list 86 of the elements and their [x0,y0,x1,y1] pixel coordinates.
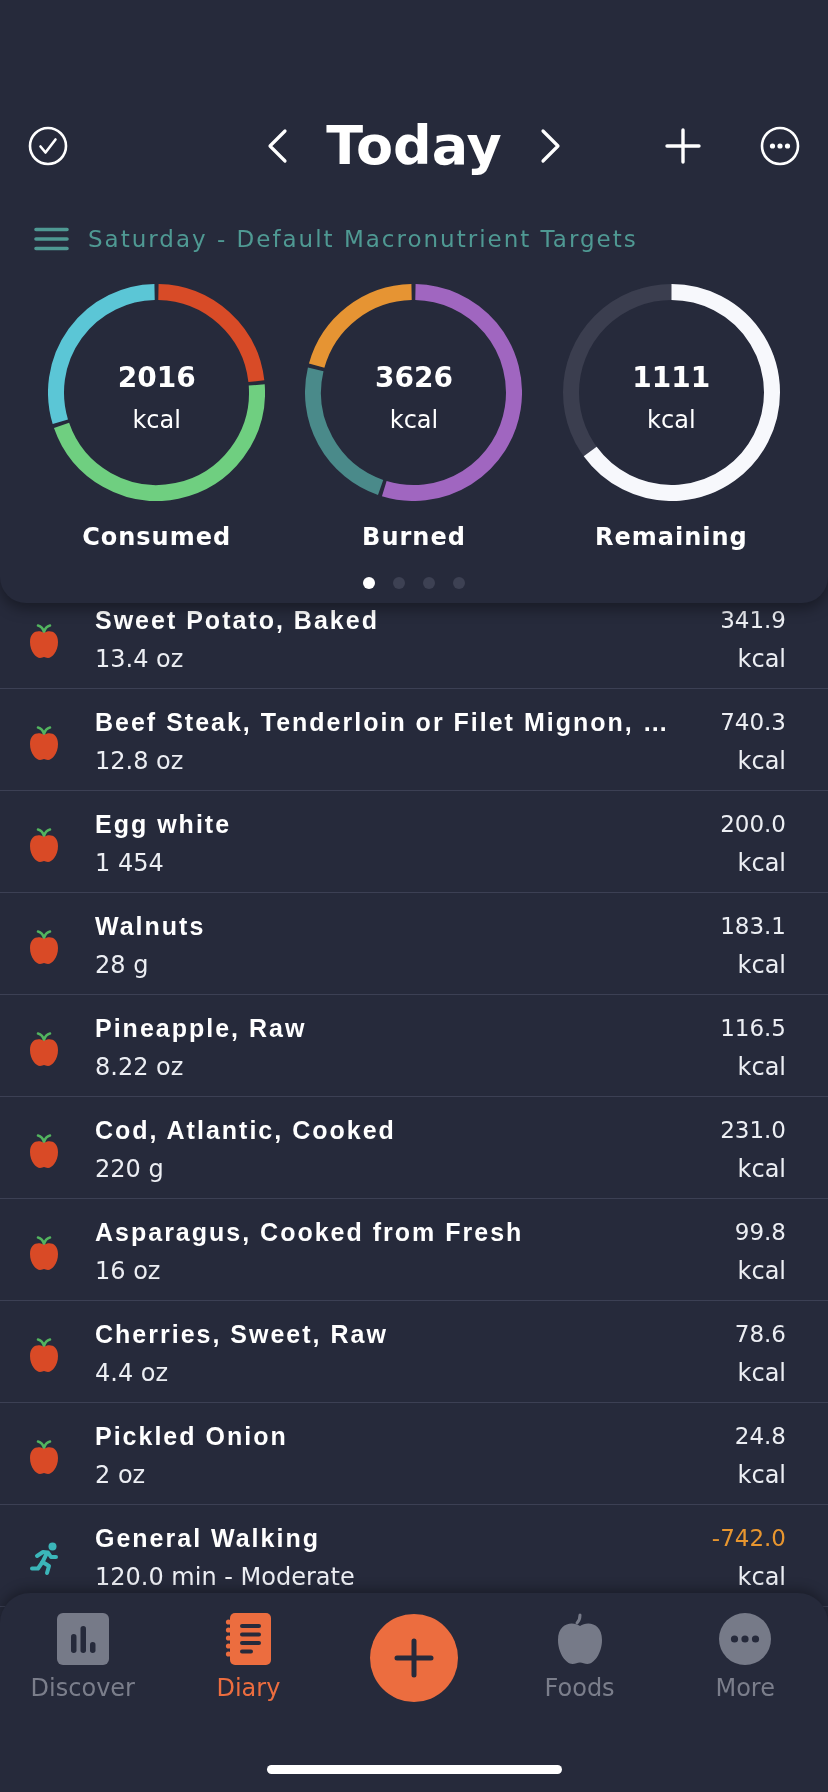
calorie-unit: kcal [737,1562,786,1593]
entry-name: Pickled Onion [95,1421,289,1452]
apple-icon [555,1613,604,1665]
targets-label[interactable]: Saturday - Default Macronutrient Targets [88,223,638,255]
apple-icon [28,1438,60,1475]
entry-name: Walnuts [95,911,207,942]
more-icon [760,126,800,166]
calorie-unit: kcal [737,644,786,675]
entry-name: Beef Steak, Tenderloin or Filet Mignon, … [95,707,671,738]
notebook-icon [225,1613,272,1665]
complete-button[interactable] [28,126,68,166]
entry-amount: 13.4 oz [95,644,185,675]
apple-icon [28,724,60,761]
entry-name: Cherries, Sweet, Raw [95,1319,389,1350]
entry-name: Sweet Potato, Baked [95,605,380,636]
calorie-unit: kcal [737,950,786,981]
calorie-unit: kcal [737,1256,786,1287]
check-circle-icon [28,126,68,166]
apple-icon [28,1132,60,1169]
calorie-total: 3626 [375,359,453,396]
calorie-value: 78.6 [734,1320,786,1349]
calorie-value: 231.0 [720,1116,786,1145]
entry-name: Pineapple, Raw [95,1013,308,1044]
calorie-total: 1111 [632,359,711,396]
page-title: Today [326,116,502,176]
tab-bar-item[interactable]: Discover [30,1613,135,1703]
calorie-value: -742.0 [711,1524,786,1553]
entry-amount: 4.4 oz [95,1358,170,1389]
page-dot[interactable] [423,577,435,589]
calorie-value: 116.5 [720,1014,786,1043]
entry-name: Asparagus, Cooked from Fresh [95,1217,525,1248]
entry-amount: 16 oz [95,1256,162,1287]
page-dot[interactable] [393,577,405,589]
calorie-value: 341.9 [720,606,786,635]
calorie-value: 99.8 [734,1218,786,1247]
calorie-unit: kcal [737,1460,786,1491]
calorie-unit: kcal [389,404,439,436]
calorie-total: 2016 [117,359,196,396]
ring-label: Remaining [594,522,748,553]
previous-day-button[interactable] [266,128,289,164]
bar-chart-icon [56,1613,109,1665]
calorie-unit: kcal [132,404,181,436]
entry-amount: 1 454 [95,848,165,879]
calorie-unit: kcal [737,1358,786,1389]
calorie-unit: kcal [647,404,696,436]
calorie-unit: kcal [737,848,786,879]
page-dot[interactable] [363,577,375,589]
tab-bar-item[interactable]: More [715,1613,775,1703]
entry-amount: 28 g [95,950,150,981]
add-button[interactable] [665,128,701,164]
entry-amount: 8.22 oz [95,1052,185,1083]
chevron-left-icon [266,128,289,164]
tab-bar-item[interactable]: Diary [216,1613,281,1703]
apple-icon [28,1030,60,1067]
more-options-button[interactable] [760,126,800,166]
runner-icon [28,1540,60,1577]
next-day-button[interactable] [539,128,562,164]
ring-label: Consumed [82,522,232,553]
calorie-unit: kcal [737,1052,786,1083]
entry-amount: 2 oz [95,1460,147,1491]
apple-icon [28,928,60,965]
apple-icon [28,1234,60,1271]
entry-amount: 12.8 oz [95,746,185,777]
apple-icon [28,826,60,863]
menu-icon [34,227,69,251]
ring-label: Burned [362,522,466,553]
plus-icon [394,1638,434,1678]
entry-amount: 120.0 min - Moderate [95,1562,356,1593]
entry-name: Cod, Atlantic, Cooked [95,1115,397,1146]
plus-icon [665,128,701,164]
apple-icon [28,1336,60,1373]
calorie-value: 183.1 [720,912,786,941]
apple-icon [28,622,60,659]
entry-name: General Walking [95,1523,321,1554]
page-dot[interactable] [453,577,465,589]
calorie-value: 740.3 [720,708,786,737]
entry-name: Egg white [95,809,233,840]
calorie-unit: kcal [737,1154,786,1185]
calorie-value: 24.8 [734,1422,786,1451]
menu-button[interactable] [34,227,69,251]
calorie-value: 200.0 [720,810,786,839]
more-icon [719,1613,772,1665]
entry-amount: 220 g [95,1154,165,1185]
calorie-unit: kcal [737,746,786,777]
chevron-right-icon [539,128,562,164]
tab-bar-item[interactable]: Foods [544,1613,615,1703]
